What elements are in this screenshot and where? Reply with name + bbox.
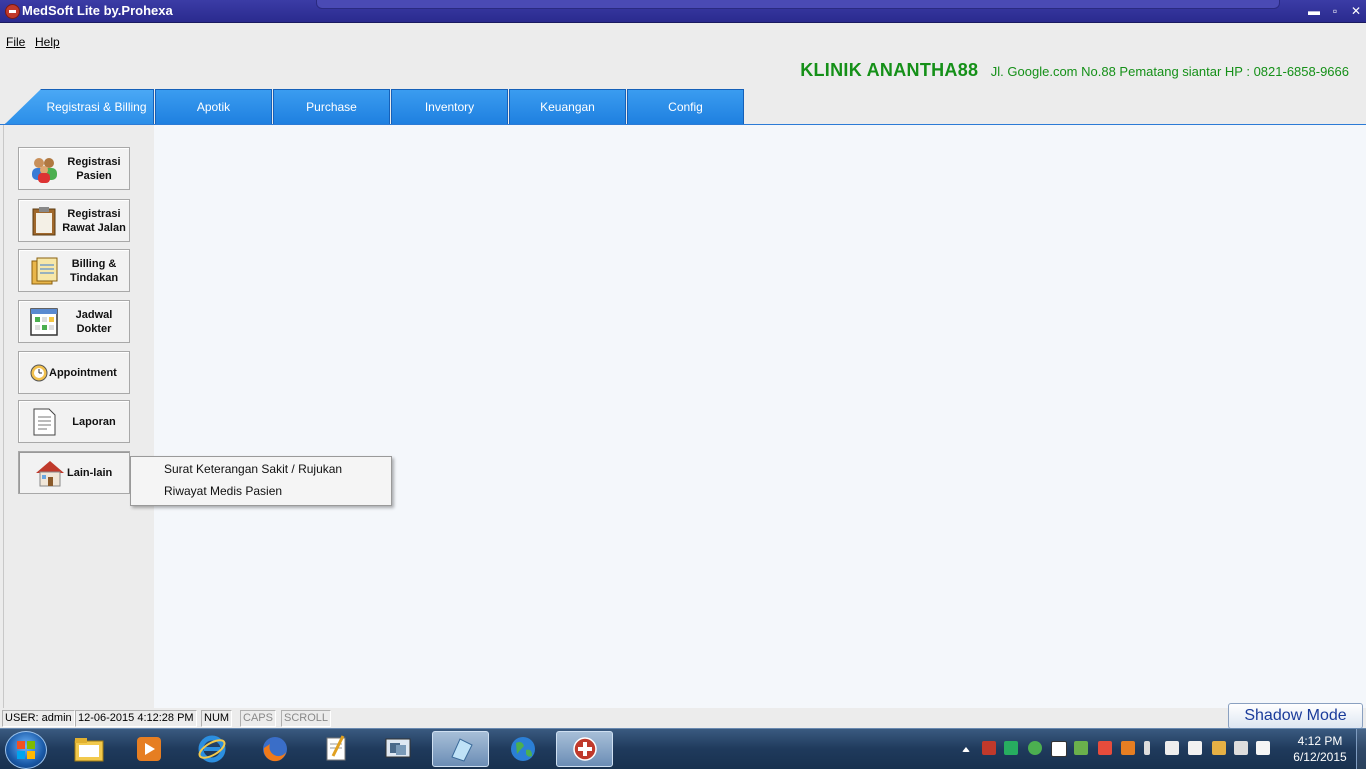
tray-network-icon[interactable]	[1212, 741, 1226, 755]
title-bar: MedSoft Lite by.Prohexa ▬ ▫ ✕	[0, 0, 1366, 23]
appointment-label: Appointment	[49, 366, 117, 379]
tray-skype-icon[interactable]	[1256, 741, 1270, 755]
tab-purchase[interactable]: Purchase	[273, 89, 390, 124]
status-datetime: 12-06-2015 4:12:28 PM	[75, 710, 197, 727]
tray-app-icon-1[interactable]	[982, 741, 996, 755]
status-bar: USER: admin 12-06-2015 4:12:28 PM NUM CA…	[0, 708, 1366, 728]
bluetooth-icon[interactable]	[1144, 741, 1150, 755]
tray-device-icon[interactable]	[1188, 741, 1202, 755]
registrasi-rawat-jalan-label: Registrasi Rawat Jalan	[62, 207, 126, 234]
tray-monitor-icon[interactable]	[1165, 741, 1179, 755]
maximize-button[interactable]: ▫	[1325, 3, 1345, 19]
main-content-area	[154, 125, 1366, 708]
tray-shield-icon[interactable]	[1098, 741, 1112, 755]
globe-icon[interactable]	[496, 731, 550, 767]
notepad-icon[interactable]	[310, 731, 364, 767]
house-icon	[33, 458, 67, 488]
status-user: USER: admin	[2, 710, 75, 727]
lain-lain-popup-menu: Surat Keterangan Sakit / Rujukan Riwayat…	[130, 456, 392, 506]
virtual-pc-icon[interactable]	[371, 731, 425, 767]
jadwal-dokter-button[interactable]: Jadwal Dokter	[18, 300, 130, 343]
shadow-mode-button[interactable]: Shadow Mode	[1228, 703, 1363, 729]
status-scroll: SCROLL	[281, 710, 332, 727]
registrasi-pasien-button[interactable]: Registrasi Pasien	[18, 147, 130, 190]
clock-time: 4:12 PM	[1297, 734, 1343, 748]
module-tabs: Registrasi & Billing Apotik Purchase Inv…	[0, 88, 1366, 125]
calendar-icon	[29, 307, 59, 337]
clock-date: 6/12/2015	[1293, 750, 1347, 764]
app-icon	[5, 4, 20, 19]
close-button[interactable]: ✕	[1346, 3, 1366, 19]
clipboard-icon	[29, 206, 59, 236]
media-player-icon[interactable]	[122, 731, 176, 767]
tab-apotik[interactable]: Apotik	[155, 89, 272, 124]
tray-music-icon[interactable]	[1121, 741, 1135, 755]
billing-tindakan-button[interactable]: Billing & Tindakan	[18, 249, 130, 292]
lain-lain-label: Lain-lain	[67, 466, 113, 479]
menu-help[interactable]: Help	[35, 35, 60, 49]
tab-keuangan[interactable]: Keuangan	[509, 89, 626, 124]
system-tray	[958, 739, 1278, 759]
show-desktop-button[interactable]	[1356, 729, 1366, 769]
appointment-button[interactable]: Appointment	[18, 351, 130, 394]
status-caps: CAPS	[240, 710, 276, 727]
window-title: MedSoft Lite by.Prohexa	[22, 3, 173, 18]
tab-registrasi-billing[interactable]: Registrasi & Billing	[5, 89, 154, 124]
minimize-button[interactable]: ▬	[1304, 3, 1324, 19]
billing-tindakan-label: Billing & Tindakan	[69, 257, 119, 284]
clinic-address: Jl. Google.com No.88 Pematang siantar HP…	[990, 64, 1349, 79]
taskbar: 4:12 PM 6/12/2015	[0, 728, 1366, 769]
registrasi-rawat-jalan-button[interactable]: Registrasi Rawat Jalan	[18, 199, 130, 242]
windows-logo-icon	[17, 741, 35, 759]
tab-inventory[interactable]: Inventory	[391, 89, 508, 124]
clock-icon	[29, 358, 49, 388]
start-button[interactable]	[5, 731, 47, 769]
clinic-name: KLINIK ANANTHA88	[800, 60, 979, 80]
clock[interactable]: 4:12 PM 6/12/2015	[1280, 733, 1360, 765]
paint-icon[interactable]	[432, 731, 489, 767]
registrasi-pasien-label: Registrasi Pasien	[67, 155, 121, 182]
medsoft-icon[interactable]	[556, 731, 613, 767]
volume-icon[interactable]	[1234, 741, 1248, 755]
jadwal-dokter-label: Jadwal Dokter	[75, 308, 113, 335]
laporan-label: Laporan	[72, 415, 116, 428]
users-icon	[29, 154, 59, 184]
laporan-button[interactable]: Laporan	[18, 400, 130, 443]
menu-item-riwayat-medis[interactable]: Riwayat Medis Pasien	[164, 484, 282, 498]
internet-explorer-icon[interactable]	[185, 731, 239, 767]
tray-app-icon-3[interactable]	[1028, 741, 1042, 755]
tray-check-icon[interactable]	[1051, 741, 1067, 757]
title-drag-area	[316, 0, 1280, 9]
sidebar: Registrasi Pasien Registrasi Rawat Jalan…	[3, 125, 155, 708]
clinic-header: KLINIK ANANTHA88 Jl. Google.com No.88 Pe…	[800, 60, 1349, 84]
tray-app-icon-4[interactable]	[1074, 741, 1088, 755]
menu-item-surat-keterangan[interactable]: Surat Keterangan Sakit / Rujukan	[164, 462, 342, 476]
menu-file[interactable]: File	[6, 35, 25, 49]
document-icon	[29, 407, 59, 437]
firefox-icon[interactable]	[248, 731, 302, 767]
status-num: NUM	[201, 710, 233, 727]
notebook-icon	[29, 256, 59, 286]
show-hidden-icons-arrow[interactable]	[962, 747, 970, 752]
tray-app-icon-2[interactable]	[1004, 741, 1018, 755]
tab-config[interactable]: Config	[627, 89, 744, 124]
explorer-icon[interactable]	[62, 731, 116, 767]
lain-lain-button[interactable]: Lain-lain	[18, 451, 130, 494]
